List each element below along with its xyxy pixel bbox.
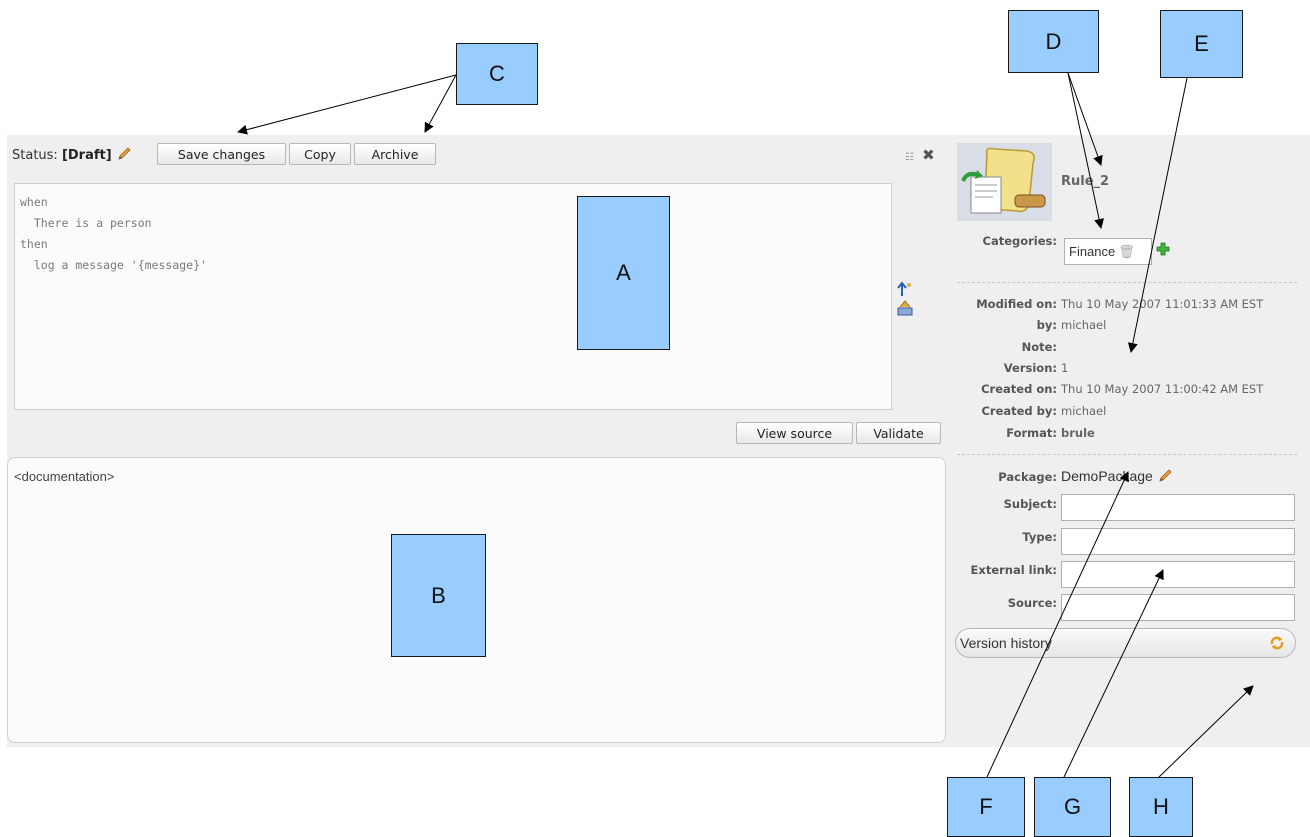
dsl-editor-icon[interactable] [896, 299, 914, 317]
documentation-placeholder: <documentation> [14, 469, 115, 484]
callout-d: D [1008, 10, 1099, 73]
status-label: Status: [12, 148, 58, 163]
type-input[interactable] [1061, 528, 1295, 555]
version-label: Version: [1003, 361, 1057, 375]
categories-label: Categories: [982, 234, 1058, 248]
restore-icon[interactable]: ☷ [905, 152, 914, 163]
created-on-value: Thu 10 May 2007 11:00:42 AM EST [1061, 382, 1264, 396]
callout-f: F [947, 777, 1025, 837]
modified-on-value: Thu 10 May 2007 11:01:33 AM EST [1061, 297, 1264, 311]
add-category-icon[interactable] [1155, 241, 1171, 261]
window-controls: ☷ ✖ [905, 146, 935, 164]
callout-h: H [1129, 777, 1193, 837]
close-icon[interactable]: ✖ [922, 146, 935, 164]
format-value: brule [1061, 426, 1095, 440]
modified-on-label: Modified on: [976, 297, 1057, 311]
package-label: Package: [998, 470, 1057, 484]
copy-button[interactable]: Copy [289, 143, 351, 165]
callout-b: B [391, 534, 486, 657]
external-link-label: External link: [970, 563, 1057, 577]
category-chip: Finance 🗑 [1064, 238, 1152, 265]
divider [957, 454, 1297, 455]
modified-by-label: by: [1036, 318, 1057, 332]
code-line: There is a person [20, 216, 152, 230]
external-link-input[interactable] [1061, 561, 1295, 588]
save-changes-button[interactable]: Save changes [157, 143, 286, 165]
source-label: Source: [1007, 596, 1057, 610]
rule-asset-image [957, 143, 1052, 221]
created-by-label: Created by: [981, 404, 1057, 418]
divider [957, 282, 1297, 283]
package-value: DemoPackage [1061, 468, 1153, 484]
callout-a: A [577, 196, 670, 350]
promote-to-dsl-icon[interactable] [896, 280, 914, 298]
code-line: when [20, 195, 48, 209]
rule-source[interactable]: when There is a person then log a messag… [20, 192, 207, 276]
type-label: Type: [1022, 530, 1057, 544]
source-input[interactable] [1061, 594, 1295, 621]
status-line: Status: [Draft] [12, 146, 132, 163]
callout-g: G [1034, 777, 1111, 837]
category-name: Finance [1069, 244, 1116, 259]
subject-label: Subject: [1003, 497, 1057, 511]
remove-category-icon[interactable]: 🗑 [1118, 244, 1135, 260]
validate-button[interactable]: Validate [856, 422, 941, 444]
version-value: 1 [1061, 361, 1069, 375]
edit-package-pencil-icon[interactable] [1157, 468, 1173, 484]
refresh-icon[interactable] [1268, 634, 1286, 656]
callout-e: E [1160, 10, 1243, 78]
version-history-label: Version history [960, 635, 1052, 651]
edit-status-pencil-icon[interactable] [116, 146, 132, 162]
created-on-label: Created on: [981, 382, 1057, 396]
rule-name: Rule_2 [1061, 174, 1110, 189]
view-source-button[interactable]: View source [736, 422, 853, 444]
code-line: then [20, 237, 48, 251]
package-value-wrap: DemoPackage [1061, 468, 1173, 484]
created-by-value: michael [1061, 404, 1107, 418]
subject-input[interactable] [1061, 494, 1295, 521]
modified-by-value: michael [1061, 318, 1107, 332]
format-label: Format: [1006, 426, 1057, 440]
callout-c: C [456, 43, 538, 105]
archive-button[interactable]: Archive [354, 143, 436, 165]
status-value: [Draft] [61, 148, 112, 163]
version-history-bar[interactable]: Version history [955, 628, 1296, 658]
note-label: Note: [1021, 340, 1057, 354]
code-line: log a message '{message}' [20, 258, 207, 272]
